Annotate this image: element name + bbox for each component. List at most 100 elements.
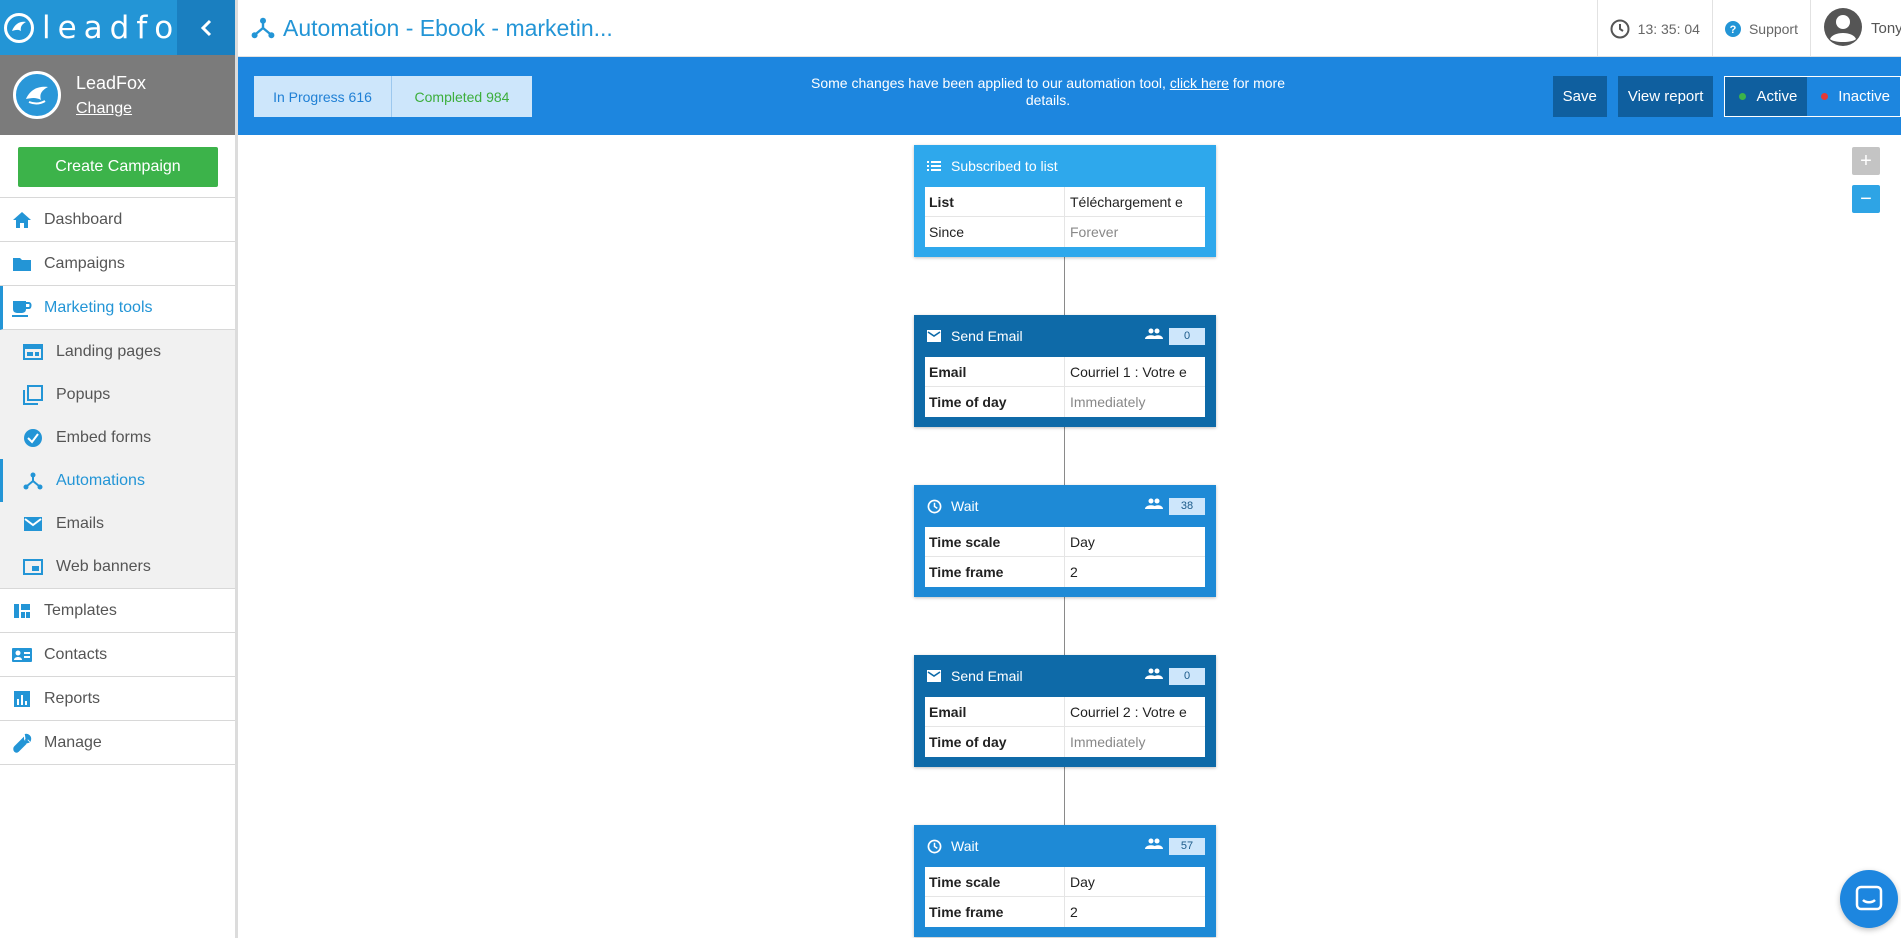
contact-count: 57 (1145, 837, 1205, 855)
action-node-wait[interactable]: Wait 38 Time scale Day Time frame 2 (914, 485, 1216, 597)
support-link[interactable]: ? Support (1711, 0, 1810, 57)
web-banner-icon (22, 556, 44, 578)
action-node-send-email[interactable]: Send Email 0 Email Courriel 2 : Votre e … (914, 655, 1216, 767)
connector-line (1064, 767, 1065, 825)
zoom-out-button[interactable]: − (1852, 185, 1880, 213)
row-value: Immediately (1070, 394, 1146, 410)
change-account-link[interactable]: Change (76, 100, 146, 118)
sidebar-item-popups[interactable]: Popups (0, 373, 235, 416)
sidebar-item-landing-pages[interactable]: Landing pages (0, 330, 235, 373)
marketing-tools-subnav: Landing pages Popups Embed forms Automat… (0, 330, 235, 589)
create-campaign-button[interactable]: Create Campaign (18, 147, 218, 187)
nav-item-campaigns[interactable]: Campaigns (0, 242, 235, 286)
nav-item-reports[interactable]: Reports (0, 677, 235, 721)
sidebar-item-web-banners[interactable]: Web banners (0, 545, 235, 588)
mail-icon (22, 513, 44, 535)
clock-icon (925, 837, 943, 855)
page-title: Automation - Ebook - marketin... (248, 13, 613, 43)
nav-item-manage[interactable]: Manage (0, 721, 235, 765)
active-toggle: Active Inactive (1724, 76, 1901, 117)
account-avatar (13, 71, 61, 119)
row-key: Time frame (925, 557, 1065, 587)
trigger-node-subscribed-to-list[interactable]: Subscribed to list List Téléchargement e… (914, 145, 1216, 257)
nav-item-templates[interactable]: Templates (0, 589, 235, 633)
save-button[interactable]: Save (1552, 76, 1607, 117)
automation-icon (248, 13, 278, 43)
fox-logo-icon (4, 12, 34, 43)
inactive-dot-icon (1821, 93, 1829, 100)
node-row: Time frame 2 (925, 897, 1205, 927)
chevron-left-icon (200, 19, 212, 36)
nav-item-label: Dashboard (44, 210, 123, 228)
node-row: Time scale Day (925, 867, 1205, 897)
zoom-in-button[interactable]: + (1852, 147, 1880, 175)
action-node-wait[interactable]: Wait 57 Time scale Day Time frame 2 (914, 825, 1216, 937)
row-value: Courriel 1 : Votre e (1070, 363, 1187, 380)
row-value: Courriel 2 : Votre e (1070, 703, 1187, 720)
connector-line (1064, 257, 1065, 315)
user-menu[interactable]: Tony (1810, 0, 1901, 57)
sub-item-label: Embed forms (56, 428, 152, 446)
svg-text:?: ? (1730, 24, 1737, 36)
page-title-text: Automation - Ebook - marketin... (283, 14, 613, 41)
nav-item-dashboard[interactable]: Dashboard (0, 198, 235, 242)
contacts-card-icon (11, 644, 33, 666)
node-row: Time of day Immediately (925, 727, 1205, 757)
sub-item-label: Popups (56, 385, 111, 403)
main-nav: Dashboard Campaigns Marketing tools Land… (0, 197, 235, 765)
logo-bar: leadfox (0, 0, 235, 55)
action-node-send-email[interactable]: Send Email 0 Email Courriel 1 : Votre e … (914, 315, 1216, 427)
row-key: Time scale (925, 867, 1065, 896)
contact-status-tabs: In Progress 616 Completed 984 (254, 76, 532, 117)
nav-item-label: Reports (44, 689, 101, 707)
contact-count: 0 (1145, 667, 1205, 685)
user-name: Tony (1871, 20, 1901, 37)
nav-item-marketing-tools[interactable]: Marketing tools (0, 286, 235, 330)
account-name: LeadFox (76, 72, 147, 93)
chat-launcher-button[interactable] (1840, 870, 1898, 928)
tab-completed[interactable]: Completed 984 (392, 76, 532, 117)
bar-chart-icon (11, 688, 33, 710)
connector-line (1064, 597, 1065, 655)
account-panel: LeadFox Change (0, 55, 235, 135)
automation-status-bar: In Progress 616 Completed 984 Some chang… (238, 57, 1901, 135)
mail-icon (925, 667, 943, 685)
view-report-button[interactable]: View report (1617, 76, 1714, 117)
active-option[interactable]: Active (1725, 77, 1808, 116)
active-dot-icon (1739, 93, 1747, 100)
list-icon (925, 157, 943, 175)
notice-text: Some changes have been applied to our au… (811, 75, 1170, 91)
help-icon: ? (1724, 20, 1741, 37)
check-circle-icon (22, 427, 44, 449)
people-icon (1145, 667, 1163, 685)
row-value: Forever (1070, 224, 1119, 240)
node-title: Send Email (951, 328, 1023, 344)
session-clock: 13: 35: 04 (1596, 0, 1712, 57)
popup-icon (22, 384, 44, 406)
sidebar-item-automations[interactable]: Automations (0, 459, 235, 502)
support-label: Support (1748, 20, 1798, 37)
home-icon (11, 209, 33, 231)
clock-icon (925, 497, 943, 515)
clock-text: 13: 35: 04 (1637, 20, 1700, 37)
notice-link[interactable]: click here (1170, 75, 1229, 91)
workflow-canvas[interactable]: + − Subscribed to list List Téléchargeme… (238, 135, 1901, 938)
inactive-option[interactable]: Inactive (1807, 77, 1900, 116)
nav-item-label: Campaigns (44, 254, 125, 272)
automation-icon (22, 470, 44, 492)
mail-icon (925, 327, 943, 345)
node-title: Subscribed to list (951, 158, 1058, 174)
row-value: Téléchargement e (1070, 193, 1183, 210)
node-row: Time scale Day (925, 527, 1205, 557)
node-row: Time of day Immediately (925, 387, 1205, 417)
nav-item-contacts[interactable]: Contacts (0, 633, 235, 677)
node-title: Wait (951, 498, 979, 514)
collapse-sidebar-button[interactable] (177, 0, 235, 55)
tab-in-progress[interactable]: In Progress 616 (254, 76, 392, 117)
nav-item-label: Contacts (44, 645, 108, 663)
user-avatar-icon (1823, 7, 1863, 50)
sidebar-item-embed-forms[interactable]: Embed forms (0, 416, 235, 459)
sidebar-item-emails[interactable]: Emails (0, 502, 235, 545)
row-key: Time of day (925, 387, 1065, 417)
row-value: 2 (1070, 904, 1078, 920)
